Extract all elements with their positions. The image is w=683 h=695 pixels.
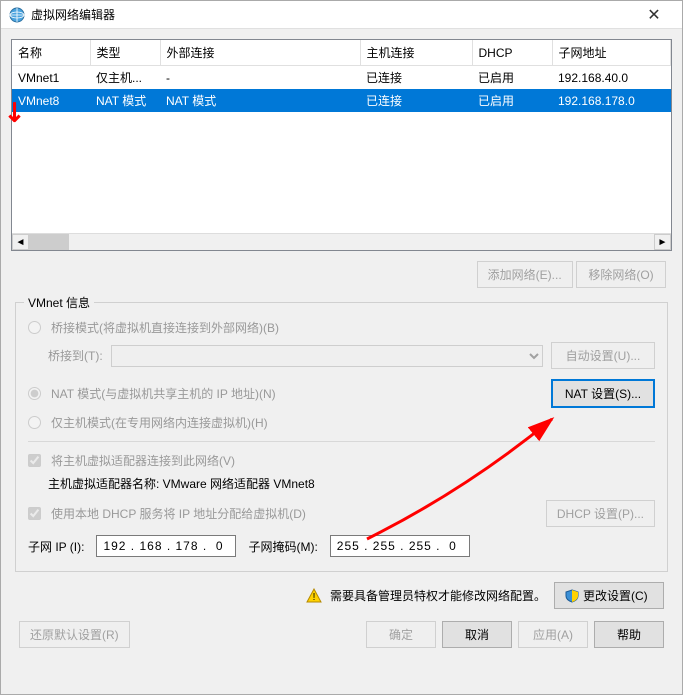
window-title: 虚拟网络编辑器 (31, 6, 634, 23)
dhcp-settings-button[interactable]: DHCP 设置(P)... (546, 500, 655, 527)
scroll-right-icon[interactable]: ► (654, 234, 671, 250)
close-button[interactable]: ✕ (634, 5, 674, 25)
bridge-to-label: 桥接到(T): (48, 347, 103, 364)
network-table-container: ↘ 名称 类型 外部连接 主机连接 DHCP 子网地址 VMnet1 (11, 39, 672, 251)
cancel-button[interactable]: 取消 (442, 621, 512, 648)
warning-icon: ! (306, 588, 322, 604)
col-name[interactable]: 名称 (12, 40, 90, 66)
fieldset-legend: VMnet 信息 (24, 294, 94, 311)
restore-default-button[interactable]: 还原默认设置(R) (19, 621, 130, 648)
bridge-radio-row: 桥接模式(将虚拟机直接连接到外部网络)(B) (28, 319, 655, 336)
nat-label: NAT 模式(与虚拟机共享主机的 IP 地址)(N) (51, 385, 276, 402)
admin-warning-text: 需要具备管理员特权才能修改网络配置。 (330, 587, 546, 604)
cell-ext: - (160, 66, 360, 90)
subnet-ip-label: 子网 IP (I): (28, 538, 84, 555)
col-ext[interactable]: 外部连接 (160, 40, 360, 66)
table-row[interactable]: VMnet1 仅主机... - 已连接 已启用 192.168.40.0 (12, 66, 671, 90)
content-area: ↘ 名称 类型 外部连接 主机连接 DHCP 子网地址 VMnet1 (1, 29, 682, 666)
col-subnet[interactable]: 子网地址 (552, 40, 671, 66)
connect-adapter-checkbox[interactable] (28, 454, 41, 467)
cell-subnet: 192.168.178.0 (552, 89, 671, 112)
scroll-track[interactable] (69, 234, 654, 250)
titlebar: 虚拟网络编辑器 ✕ (1, 1, 682, 29)
subnet-mask-label: 子网掩码(M): (248, 538, 317, 555)
col-host[interactable]: 主机连接 (360, 40, 472, 66)
footer-buttons: 还原默认设置(R) 确定 取消 应用(A) 帮助 (11, 617, 672, 656)
connect-adapter-label: 将主机虚拟适配器连接到此网络(V) (51, 452, 235, 469)
network-table: 名称 类型 外部连接 主机连接 DHCP 子网地址 VMnet1 仅主机... … (12, 40, 671, 112)
table-row-selected[interactable]: VMnet8 NAT 模式 NAT 模式 已连接 已启用 192.168.178… (12, 89, 671, 112)
virtual-network-editor-window: 虚拟网络编辑器 ✕ ↘ 名称 类型 外部连接 主机连接 DHCP 子网地址 (0, 0, 683, 695)
bridge-label: 桥接模式(将虚拟机直接连接到外部网络)(B) (51, 319, 279, 336)
table-buttons-row: 添加网络(E)... 移除网络(O) (17, 261, 666, 288)
cell-type: 仅主机... (90, 66, 160, 90)
nat-radio[interactable] (28, 387, 41, 400)
bridge-to-select[interactable] (111, 345, 543, 367)
cell-type: NAT 模式 (90, 89, 160, 112)
change-settings-button[interactable]: 更改设置(C) (554, 582, 664, 609)
dhcp-checkbox[interactable] (28, 507, 41, 520)
remove-network-button[interactable]: 移除网络(O) (576, 261, 666, 288)
add-network-button[interactable]: 添加网络(E)... (477, 261, 573, 288)
shield-icon (565, 589, 579, 603)
cell-host: 已连接 (360, 89, 472, 112)
auto-settings-button[interactable]: 自动设置(U)... (551, 342, 655, 369)
connect-adapter-row: 将主机虚拟适配器连接到此网络(V) (28, 452, 655, 469)
vmnet-info-fieldset: VMnet 信息 桥接模式(将虚拟机直接连接到外部网络)(B) 桥接到(T): … (15, 302, 668, 572)
cell-name: VMnet1 (12, 66, 90, 90)
cell-dhcp: 已启用 (472, 66, 552, 90)
cell-host: 已连接 (360, 66, 472, 90)
dhcp-row: 使用本地 DHCP 服务将 IP 地址分配给虚拟机(D) DHCP 设置(P).… (28, 500, 655, 527)
adapter-name-text: 主机虚拟适配器名称: VMware 网络适配器 VMnet8 (48, 475, 655, 492)
subnet-ip-input[interactable] (96, 535, 236, 557)
ok-button[interactable]: 确定 (366, 621, 436, 648)
separator (28, 441, 655, 442)
hostonly-radio[interactable] (28, 416, 41, 429)
subnet-row: 子网 IP (I): 子网掩码(M): (28, 535, 655, 557)
bridge-radio[interactable] (28, 321, 41, 334)
admin-warning-row: ! 需要具备管理员特权才能修改网络配置。 更改设置(C) (19, 582, 664, 609)
help-button[interactable]: 帮助 (594, 621, 664, 648)
bridge-to-row: 桥接到(T): 自动设置(U)... (48, 342, 655, 369)
nat-radio-row: NAT 模式(与虚拟机共享主机的 IP 地址)(N) NAT 设置(S)... (28, 379, 655, 408)
nat-settings-button[interactable]: NAT 设置(S)... (551, 379, 655, 408)
hostonly-label: 仅主机模式(在专用网络内连接虚拟机)(H) (51, 414, 268, 431)
app-icon (9, 7, 25, 23)
horizontal-scrollbar[interactable]: ◄ ► (12, 233, 671, 250)
col-dhcp[interactable]: DHCP (472, 40, 552, 66)
svg-text:!: ! (313, 592, 316, 603)
hostonly-radio-row: 仅主机模式(在专用网络内连接虚拟机)(H) (28, 414, 655, 431)
cell-dhcp: 已启用 (472, 89, 552, 112)
dhcp-label: 使用本地 DHCP 服务将 IP 地址分配给虚拟机(D) (51, 505, 306, 522)
scroll-left-icon[interactable]: ◄ (12, 234, 29, 250)
change-settings-label: 更改设置(C) (583, 587, 648, 604)
cell-subnet: 192.168.40.0 (552, 66, 671, 90)
scroll-thumb[interactable] (29, 234, 69, 250)
cell-ext: NAT 模式 (160, 89, 360, 112)
apply-button[interactable]: 应用(A) (518, 621, 588, 648)
col-type[interactable]: 类型 (90, 40, 160, 66)
subnet-mask-input[interactable] (330, 535, 470, 557)
